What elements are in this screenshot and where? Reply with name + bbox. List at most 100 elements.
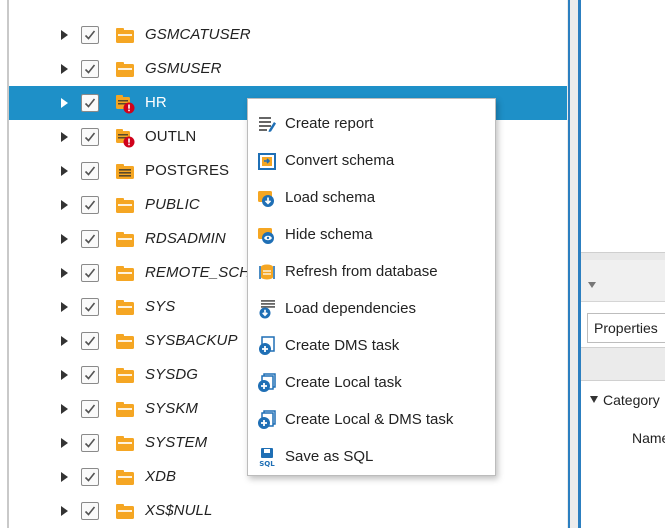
convert-schema-icon (257, 151, 277, 171)
expand-arrow-icon[interactable] (61, 302, 68, 312)
schema-checkbox[interactable] (81, 264, 99, 282)
menu-item[interactable]: Load schema (248, 179, 495, 216)
splitter-edge-left (568, 0, 570, 528)
hide-schema-icon (257, 225, 277, 245)
menu-item[interactable]: Create Local task (248, 364, 495, 401)
schema-checkbox[interactable] (81, 434, 99, 452)
menu-item-label: Create DMS task (285, 337, 400, 354)
schema-folder-icon (115, 26, 135, 44)
report-icon (257, 114, 277, 134)
tree-row-label: GSMUSER (145, 60, 222, 77)
schema-warning-icon (115, 128, 135, 148)
tree-row[interactable]: XS$NULL (9, 494, 567, 528)
schema-folder-icon (115, 230, 135, 248)
category-label: Category (603, 392, 660, 408)
schema-folder-icon (115, 332, 135, 350)
tree-row-label: GSMCATUSER (145, 26, 251, 43)
properties-tab-label: Properties (594, 320, 658, 336)
schema-warning-icon (115, 94, 135, 114)
expand-arrow-icon[interactable] (61, 98, 68, 108)
horizontal-splitter[interactable] (581, 252, 665, 260)
expand-arrow-icon[interactable] (61, 234, 68, 244)
menu-item-label: Save as SQL (285, 448, 374, 465)
load-schema-icon (257, 188, 277, 208)
menu-item[interactable]: Create Local & DMS task (248, 401, 495, 438)
expand-arrow-icon[interactable] (61, 132, 68, 142)
name-label: Name (632, 430, 665, 446)
properties-panel-header (581, 260, 665, 302)
menu-item-label: Create Local task (285, 374, 402, 391)
expand-arrow-icon[interactable] (61, 166, 68, 176)
schema-checkbox[interactable] (81, 60, 99, 78)
menu-item[interactable]: Create report (248, 105, 495, 142)
schema-checkbox[interactable] (81, 128, 99, 146)
expand-arrow-icon[interactable] (61, 370, 68, 380)
tree-row-label: OUTLN (145, 128, 197, 145)
schema-checkbox[interactable] (81, 196, 99, 214)
expand-arrow-icon[interactable] (61, 506, 68, 516)
load-dependencies-icon (257, 299, 277, 319)
menu-item[interactable]: SQL Save as SQL (248, 438, 495, 475)
schema-checkbox[interactable] (81, 468, 99, 486)
schema-checkbox[interactable] (81, 298, 99, 316)
schema-checkbox[interactable] (81, 332, 99, 350)
menu-item-label: Create Local & DMS task (285, 411, 454, 428)
schema-folder-icon (115, 298, 135, 316)
expand-arrow-icon[interactable] (61, 30, 68, 40)
properties-tab[interactable]: Properties (587, 313, 665, 343)
schema-checkbox[interactable] (81, 94, 99, 112)
expand-arrow-icon[interactable] (61, 200, 68, 210)
menu-item-label: Convert schema (285, 152, 395, 169)
schema-list-icon (115, 162, 135, 180)
schema-folder-icon (115, 60, 135, 78)
category-expand-icon[interactable] (590, 396, 598, 403)
pane-splitter[interactable] (567, 0, 581, 528)
schema-checkbox[interactable] (81, 502, 99, 520)
tree-row-label: XS$NULL (145, 502, 213, 519)
context-menu: Create report Convert schema Load schema Hi… (247, 98, 496, 476)
tree-row[interactable]: GSMUSER (9, 52, 567, 86)
menu-item[interactable]: Refresh from database (248, 253, 495, 290)
properties-column-header (581, 347, 665, 381)
menu-item-label: Create report (285, 115, 374, 132)
svg-text:SQL: SQL (259, 460, 275, 467)
tree-row-label: SYSDG (145, 366, 199, 383)
tree-row-label: RDSADMIN (145, 230, 226, 247)
tree-row-label: SYSTEM (145, 434, 208, 451)
collapse-triangle-icon[interactable] (588, 282, 596, 288)
tree-row-label: SYSBACKUP (145, 332, 238, 349)
schema-folder-icon (115, 468, 135, 486)
right-pane: Properties Category Name (581, 0, 665, 528)
menu-item-label: Hide schema (285, 226, 373, 243)
save-sql-icon: SQL (257, 447, 277, 468)
schema-checkbox[interactable] (81, 26, 99, 44)
schema-checkbox[interactable] (81, 162, 99, 180)
expand-arrow-icon[interactable] (61, 438, 68, 448)
menu-item[interactable]: Convert schema (248, 142, 495, 179)
tree-row-label: POSTGRES (145, 162, 230, 179)
schema-folder-icon (115, 502, 135, 520)
tree-row-label: PUBLIC (145, 196, 200, 213)
menu-item-label: Load schema (285, 189, 376, 206)
tree-row[interactable]: GSMCATUSER (9, 18, 567, 52)
expand-arrow-icon[interactable] (61, 64, 68, 74)
expand-arrow-icon[interactable] (61, 472, 68, 482)
schema-checkbox[interactable] (81, 400, 99, 418)
create-local-task-icon (257, 373, 277, 393)
create-local-dms-task-icon (257, 410, 277, 430)
refresh-database-icon (257, 262, 277, 282)
menu-item-label: Refresh from database (285, 263, 438, 280)
schema-checkbox[interactable] (81, 366, 99, 384)
menu-item[interactable]: Create DMS task (248, 327, 495, 364)
schema-folder-icon (115, 400, 135, 418)
expand-arrow-icon[interactable] (61, 404, 68, 414)
create-dms-task-icon (257, 336, 277, 356)
schema-folder-icon (115, 196, 135, 214)
menu-item[interactable]: Hide schema (248, 216, 495, 253)
expand-arrow-icon[interactable] (61, 268, 68, 278)
menu-item[interactable]: Load dependencies (248, 290, 495, 327)
schema-folder-icon (115, 366, 135, 384)
schema-checkbox[interactable] (81, 230, 99, 248)
expand-arrow-icon[interactable] (61, 336, 68, 346)
tree-row-label: XDB (145, 468, 177, 485)
